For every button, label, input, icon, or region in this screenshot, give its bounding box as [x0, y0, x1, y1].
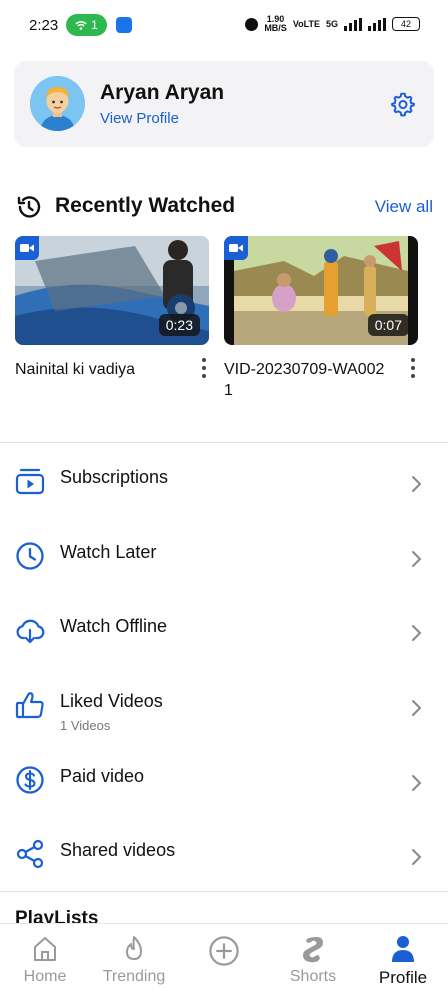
nav-label: Home: [23, 968, 67, 985]
recently-watched-header: Recently Watched View all: [0, 190, 448, 224]
status-right: 1.90 MB/S VoLTE 5G 42: [245, 15, 420, 33]
menu-label: Liked Videos: [60, 691, 163, 711]
home-icon: [34, 937, 56, 961]
thumbs-up-icon: [15, 692, 44, 719]
avatar-illustration: [30, 76, 85, 131]
video-thumbnail[interactable]: 0:07: [224, 236, 418, 345]
nav-home[interactable]: Home: [0, 924, 90, 1000]
clock-icon: [16, 542, 44, 570]
video-camera-icon: [15, 236, 39, 260]
nav-create[interactable]: [179, 924, 269, 1000]
history-icon: [17, 196, 41, 218]
hotspot-count: 1: [91, 18, 98, 32]
avatar[interactable]: [30, 76, 85, 131]
nav-trending[interactable]: Trending: [89, 924, 179, 1000]
menu-item-paid-video[interactable]: Paid video: [0, 748, 448, 822]
nav-profile[interactable]: Profile: [358, 924, 448, 1000]
chevron-right-icon: [412, 849, 421, 865]
menu-label: Watch Offline: [60, 616, 168, 636]
flame-icon: [126, 936, 142, 960]
divider: [0, 442, 448, 443]
chevron-right-icon: [412, 625, 421, 641]
app-notification-icon: [116, 17, 132, 33]
menu-label: Subscriptions: [60, 467, 169, 487]
network-type: 5G: [325, 18, 338, 29]
video-thumbnail[interactable]: 0:23: [15, 236, 209, 345]
more-options-icon[interactable]: [406, 354, 420, 382]
share-icon: [16, 839, 44, 869]
status-bar: 2:23 1 1.90 MB/S VoLTE 5G 42: [0, 0, 448, 52]
alarm-icon: [245, 17, 259, 31]
view-profile-link[interactable]: View Profile: [100, 110, 179, 127]
volte-label: VoLTE: [292, 18, 320, 29]
battery-icon: 42: [392, 17, 420, 31]
gear-icon[interactable]: [390, 91, 416, 117]
nav-label: Trending: [102, 968, 166, 985]
network-speed: 1.90 MB/S: [264, 15, 287, 33]
chevron-right-icon: [412, 551, 421, 567]
video-camera-icon: [224, 236, 248, 260]
menu-label: Paid video: [60, 766, 145, 786]
nav-label: Shorts: [289, 968, 337, 985]
shorts-icon: [303, 937, 323, 963]
chevron-right-icon: [412, 476, 421, 492]
profile-name: Aryan Aryan: [100, 81, 225, 104]
menu-label: Shared videos: [60, 840, 176, 860]
menu-item-watch-later[interactable]: Watch Later: [0, 524, 448, 598]
bottom-nav: Home Trending Shorts Profile: [0, 923, 448, 1000]
dollar-icon: [16, 766, 44, 794]
hotspot-badge: 1: [66, 14, 107, 36]
person-icon: [392, 936, 414, 962]
signal-icon: [344, 17, 362, 31]
view-all-link[interactable]: View all: [375, 197, 433, 217]
subscriptions-icon: [15, 468, 45, 495]
nav-shorts[interactable]: Shorts: [268, 924, 358, 1000]
profile-card[interactable]: Aryan Aryan View Profile: [14, 61, 434, 147]
video-duration: 0:23: [158, 314, 200, 336]
speed-unit: MB/S: [264, 23, 287, 33]
menu-item-watch-offline[interactable]: Watch Offline: [0, 598, 448, 672]
cloud-download-icon: [16, 619, 45, 644]
video-card[interactable]: 0:07 VID-20230709-WA0021: [224, 236, 418, 399]
menu-item-liked-videos[interactable]: Liked Videos 1 Videos: [0, 673, 448, 747]
divider: [0, 891, 448, 892]
chevron-right-icon: [412, 700, 421, 716]
video-title[interactable]: Nainital ki vadiya: [15, 359, 183, 380]
chevron-right-icon: [412, 775, 421, 791]
menu-item-shared-videos[interactable]: Shared videos: [0, 822, 448, 896]
video-title[interactable]: VID-20230709-WA0021: [224, 359, 392, 401]
status-time: 2:23: [29, 17, 59, 34]
section-title: Recently Watched: [55, 194, 236, 217]
more-options-icon[interactable]: [197, 354, 211, 382]
nav-label: Profile: [378, 968, 428, 987]
menu-label: Watch Later: [60, 542, 157, 562]
hotspot-icon: [75, 21, 87, 30]
signal-2-icon: [368, 17, 386, 31]
battery-level: 42: [400, 19, 411, 29]
liked-videos-count: 1 Videos: [60, 718, 111, 733]
video-duration: 0:07: [367, 314, 409, 336]
menu-item-subscriptions[interactable]: Subscriptions: [0, 449, 448, 523]
video-card[interactable]: 0:23 Nainital ki vadiya: [15, 236, 209, 378]
plus-circle-icon: [209, 936, 239, 966]
